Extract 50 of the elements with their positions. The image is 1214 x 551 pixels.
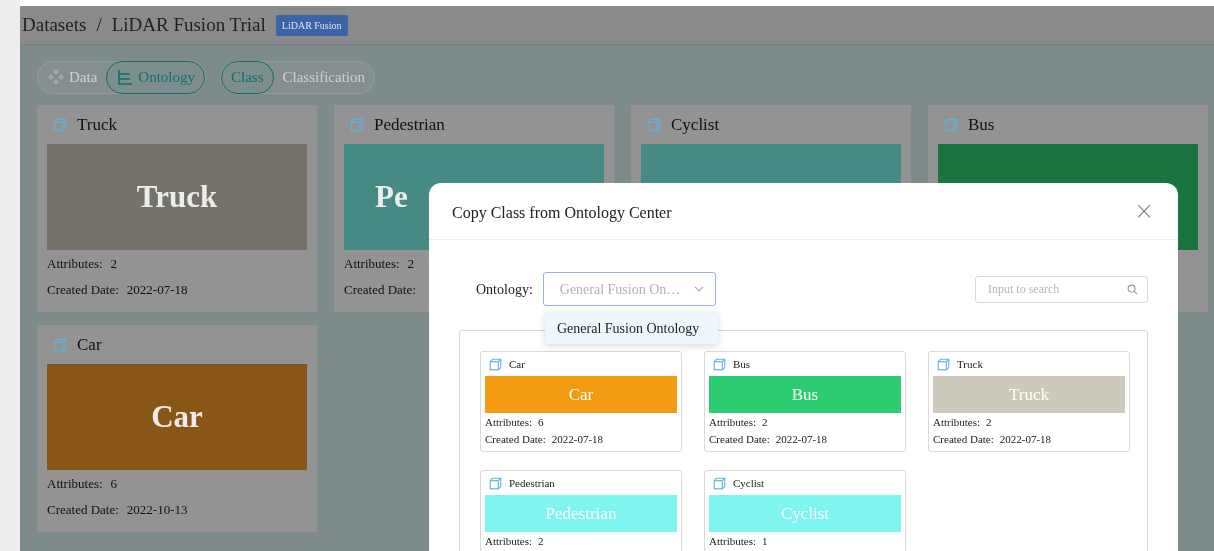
banner-label: Pe: [375, 177, 408, 216]
field-value: 2: [538, 534, 544, 549]
field-value: 6: [538, 415, 544, 430]
field-label: Created Date:: [344, 281, 416, 299]
field-label: Created Date:: [47, 501, 119, 519]
field-label: Attributes:: [47, 255, 103, 273]
class-name: Cyclist: [733, 475, 765, 491]
field-value: 2: [762, 415, 768, 430]
banner-label: Bus: [791, 383, 819, 406]
field-label: Attributes:: [485, 534, 533, 549]
field-label: Ontology:: [476, 280, 533, 299]
field-label: Attributes:: [344, 255, 400, 273]
field-label: Created Date:: [933, 432, 994, 447]
field-label: Attributes:: [485, 415, 533, 430]
field-label: Created Date:: [485, 432, 546, 447]
field-label: Attributes:: [709, 534, 757, 549]
class-name: Truck: [957, 356, 983, 372]
dialog-title: Copy Class from Ontology Center: [452, 203, 672, 224]
class-name: Bus: [733, 356, 751, 372]
class-name: Bus: [968, 114, 995, 137]
breadcrumb-item: LiDAR Fusion Trial: [111, 12, 266, 37]
banner-label: Car: [568, 383, 594, 406]
class-name: Pedestrian: [374, 114, 445, 137]
banner-label: Truck: [1009, 383, 1049, 406]
field-label: Attributes:: [709, 415, 757, 430]
field-value: 2: [110, 255, 118, 273]
field-value: 2: [986, 415, 992, 430]
field-value: 2: [407, 255, 415, 273]
class-name: Car: [509, 356, 525, 372]
dataset-tag: LiDAR Fusion: [275, 14, 348, 36]
class-name: Cyclist: [671, 114, 720, 137]
banner-label: Car: [151, 397, 203, 436]
banner-label: Pedestrian: [545, 502, 617, 525]
field-value: 2022-10-13: [126, 501, 188, 519]
field-value: 6: [110, 475, 118, 493]
banner-label: Truck: [136, 177, 218, 216]
field-value: 1: [762, 534, 768, 549]
field-label: Created Date:: [709, 432, 770, 447]
field-value: 2022-07-18: [126, 281, 188, 299]
banner-label: Cyclist: [780, 502, 830, 525]
class-name: Pedestrian: [509, 475, 555, 491]
breadcrumb-separator: /: [95, 12, 103, 37]
field-value: 2022-07-18: [775, 432, 828, 447]
field-label: Created Date:: [47, 281, 119, 299]
class-name: Car: [77, 334, 102, 357]
field-value: 2022-07-18: [551, 432, 604, 447]
field-value: 2022-07-18: [999, 432, 1052, 447]
class-name: Truck: [77, 114, 117, 137]
field-label: Attributes:: [933, 415, 981, 430]
field-label: Attributes:: [47, 475, 103, 493]
